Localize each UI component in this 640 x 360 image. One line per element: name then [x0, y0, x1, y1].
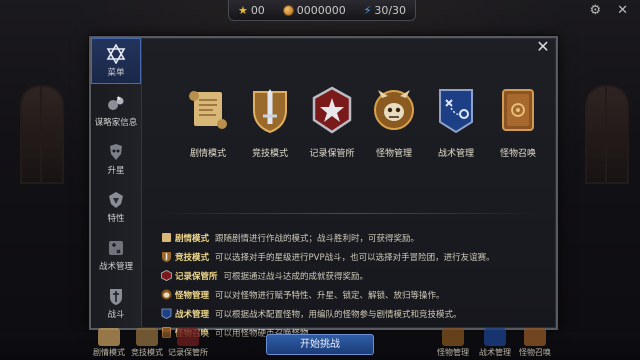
close-game-icon[interactable]: ✕ [617, 3, 628, 18]
sidenav-item-star-up[interactable]: 升星 [91, 136, 141, 182]
description-row: 怪物管理 可以对怪物进行赋予特性、升星、锁定、解锁、放归等操作。 [161, 285, 546, 304]
sidenav-label: 战术管理 [98, 262, 133, 272]
background-window-right [585, 85, 629, 184]
description-title: 怪物管理 [175, 290, 210, 301]
coin-count: 0000000 [296, 3, 346, 17]
description-row: 剧情模式 跟随剧情进行作战的模式；战斗胜利时，可获得奖励。 [161, 228, 546, 247]
mode-story[interactable]: 剧情模式 [179, 82, 237, 192]
star-badge-icon [161, 270, 172, 281]
mode-label: 竞技模式 [251, 149, 288, 159]
mode-list: 剧情模式 竞技模式 记录保管所 怪物管理 战术管理 怪物召唤 [179, 82, 547, 192]
sword-shield-icon [161, 251, 172, 262]
tactics-banner-icon [161, 308, 172, 319]
mode-monster-summon[interactable]: 怪物召唤 [489, 82, 547, 192]
mode-monster-manage[interactable]: 怪物管理 [365, 82, 423, 192]
sword-shield-icon [253, 89, 287, 134]
sidenav-label: 战斗 [107, 310, 125, 320]
scroll-icon [189, 91, 227, 129]
energy-counter: ⚡ 30/30 [364, 4, 406, 17]
sidenav-item-battle[interactable]: 战斗 [91, 280, 141, 326]
tactics-banner-icon [484, 328, 506, 346]
coin-icon [282, 4, 294, 16]
bottom-item-label: 怪物管理 [437, 348, 469, 357]
start-challenge-button[interactable]: 开始挑战 [266, 334, 374, 355]
sidenav-item-menu[interactable]: 菜单 [91, 38, 141, 84]
trait-icon [106, 190, 126, 210]
sidenav-label: 菜单 [107, 68, 125, 78]
mode-arena[interactable]: 竞技模式 [241, 82, 299, 192]
strategist-info-icon: ★ [106, 94, 126, 114]
mode-description-list: 剧情模式 跟随剧情进行作战的模式；战斗胜利时，可获得奖励。 竞技模式 可以选择对… [161, 228, 546, 342]
description-text: 可以对怪物进行赋予特性、升星、锁定、解锁、放归等操作。 [215, 290, 445, 301]
mode-records[interactable]: 记录保管所 [303, 82, 361, 192]
battle-icon [106, 286, 126, 306]
summon-book-icon [524, 328, 546, 346]
resource-bar: ★ 00 0000000 ⚡ 30/30 [228, 0, 416, 21]
description-title: 战术管理 [175, 309, 210, 320]
monster-skull-icon [161, 289, 172, 300]
star-count: 00 [250, 3, 265, 17]
star-counter: ★ 00 [238, 4, 265, 17]
mode-label: 战术管理 [437, 149, 474, 159]
main-menu-panel: ✕ 菜单 ★ 谋略家信息 升星 特性 战术管理 战斗 剧情模式 竞技模式 记录保… [89, 36, 558, 339]
star-icon: ★ [237, 3, 248, 17]
star-up-icon [106, 142, 126, 162]
scroll-icon [98, 328, 120, 346]
description-text: 可根据通过战斗达成的成就获得奖励。 [223, 271, 369, 282]
tactics-banner-icon [439, 89, 473, 134]
description-title: 剧情模式 [175, 233, 210, 244]
description-row: 战术管理 可以根据战术配置怪物，用编队的怪物参与剧情模式和竞技模式。 [161, 304, 546, 323]
sidenav-item-tactics[interactable]: 战术管理 [91, 232, 141, 278]
description-text: 跟随剧情进行作战的模式；战斗胜利时，可获得奖励。 [215, 233, 420, 244]
star-badge-icon [312, 86, 352, 134]
bottom-item-label: 竞技模式 [131, 348, 163, 357]
description-text: 可以根据战术配置怪物，用编队的怪物参与剧情模式和竞技模式。 [215, 309, 462, 320]
tactics-icon [106, 238, 126, 258]
mode-label: 怪物召唤 [499, 149, 536, 159]
energy-icon: ⚡ [363, 3, 372, 17]
sidenav-label: 谋略家信息 [94, 118, 138, 128]
mode-label: 记录保管所 [309, 149, 355, 159]
star-badge-icon [177, 328, 199, 346]
bottom-item-label: 记录保管所 [168, 348, 208, 357]
description-title: 竞技模式 [175, 252, 210, 263]
bottom-item-monster-manage[interactable]: 怪物管理 [430, 328, 476, 358]
summon-book-icon [502, 89, 534, 131]
background-window-left [20, 85, 64, 184]
sidenav-item-trait[interactable]: 特性 [91, 184, 141, 230]
settings-gear-icon[interactable]: ⚙ [589, 3, 601, 18]
description-text: 可以选择对手的星级进行PVP战斗，也可以选择对手冒险团，进行友谊赛。 [215, 252, 495, 263]
sword-shield-icon [136, 328, 158, 346]
section-divider [153, 213, 543, 214]
energy-count: 30/30 [374, 3, 407, 17]
sidenav-item-strategist-info[interactable]: ★ 谋略家信息 [91, 88, 141, 134]
description-title: 记录保管所 [175, 271, 218, 282]
coin-counter: 0000000 [282, 3, 346, 17]
description-row: 竞技模式 可以选择对手的星级进行PVP战斗，也可以选择对手冒险团，进行友谊赛。 [161, 247, 546, 266]
bottom-item-records[interactable]: 记录保管所 [164, 328, 212, 358]
mode-label: 剧情模式 [189, 149, 226, 159]
svg-text:★: ★ [116, 95, 121, 102]
monster-skull-icon [374, 90, 414, 130]
hexagram-icon [106, 44, 126, 64]
panel-close-button[interactable]: ✕ [534, 38, 552, 56]
bottom-hud: 剧情模式 竞技模式 记录保管所 开始挑战 怪物管理 战术管理 怪物召唤 [0, 328, 640, 360]
sidenav-label: 升星 [107, 166, 125, 176]
top-right-controls: ⚙ ✕ [589, 3, 628, 18]
bottom-item-label: 怪物召唤 [519, 348, 551, 357]
bottom-item-summon[interactable]: 怪物召唤 [512, 328, 558, 358]
description-row: 记录保管所 可根据通过战斗达成的成就获得奖励。 [161, 266, 546, 285]
side-navigation: 菜单 ★ 谋略家信息 升星 特性 战术管理 战斗 [91, 38, 142, 328]
sidenav-label: 特性 [107, 214, 125, 224]
mode-label: 怪物管理 [375, 149, 412, 159]
scroll-icon [161, 232, 172, 243]
bottom-item-label: 剧情模式 [93, 348, 125, 357]
monster-skull-icon [442, 328, 464, 346]
bottom-item-label: 战术管理 [479, 348, 511, 357]
mode-tactics[interactable]: 战术管理 [427, 82, 485, 192]
